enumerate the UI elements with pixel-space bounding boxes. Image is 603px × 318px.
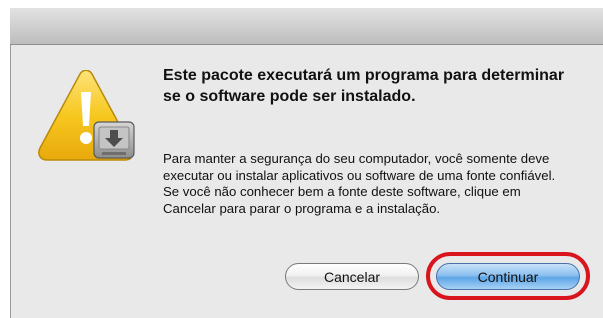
continue-button[interactable]: Continuar: [436, 263, 580, 290]
alert-message: Para manter a segurança do seu computado…: [163, 151, 556, 216]
window-titlebar[interactable]: [10, 8, 603, 45]
alert-headline: Este pacote executará um programa para d…: [163, 67, 565, 105]
warning-installer-icon: [38, 70, 135, 161]
installer-window: Este pacote executará um programa para d…: [0, 0, 603, 318]
cancel-button[interactable]: Cancelar: [285, 263, 419, 290]
